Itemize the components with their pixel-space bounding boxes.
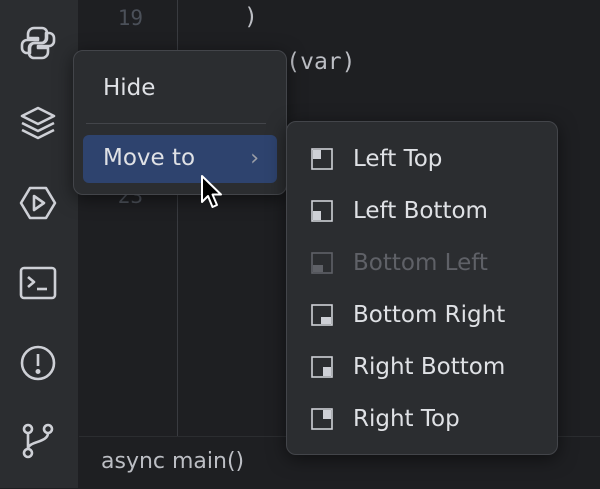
submenu-item-label: Bottom Left <box>353 250 488 276</box>
run-services-icon <box>19 186 57 220</box>
menu-separator <box>86 123 266 124</box>
right-top-icon <box>311 408 333 430</box>
python-console-button[interactable] <box>15 20 61 66</box>
move-to-submenu: Left Top Left Bottom Bottom Left Bottom … <box>286 121 558 455</box>
submenu-item-bottom-left: Bottom Left <box>311 243 551 283</box>
context-menu: Hide Move to › <box>73 50 287 195</box>
submenu-item-label: Right Bottom <box>353 354 506 380</box>
code-line: ) <box>244 4 258 30</box>
submenu-item-label: Left Top <box>353 146 443 172</box>
bottom-right-icon <box>311 304 333 326</box>
problems-icon <box>20 345 56 381</box>
python-icon <box>20 26 56 60</box>
problems-button[interactable] <box>15 340 61 386</box>
mouse-pointer-icon <box>201 175 222 208</box>
hide-menu-item[interactable]: Hide <box>103 75 155 101</box>
submenu-item-label: Bottom Right <box>353 302 506 328</box>
submenu-item-right-bottom[interactable]: Right Bottom <box>311 347 551 387</box>
git-branch-icon <box>22 423 54 459</box>
submenu-item-left-top[interactable]: Left Top <box>311 139 551 179</box>
submenu-item-label: Right Top <box>353 406 460 432</box>
left-bottom-icon <box>311 200 333 222</box>
right-bottom-icon <box>311 356 333 378</box>
submenu-item-right-top[interactable]: Right Top <box>311 399 551 439</box>
terminal-button[interactable] <box>15 260 61 306</box>
bottom-left-icon <box>311 252 333 274</box>
chevron-right-icon: › <box>250 146 259 171</box>
move-to-label: Move to <box>103 145 196 171</box>
move-to-menu-item[interactable]: Move to › <box>83 135 277 183</box>
layers-button[interactable] <box>15 100 61 146</box>
left-top-icon <box>311 148 333 170</box>
layers-icon <box>20 106 56 140</box>
code-args: (var) <box>286 49 356 75</box>
git-button[interactable] <box>15 418 61 464</box>
submenu-item-label: Left Bottom <box>353 198 488 224</box>
breadcrumb[interactable]: async main() <box>101 449 244 474</box>
tool-window-bar <box>0 0 79 488</box>
services-button[interactable] <box>15 180 61 226</box>
submenu-item-bottom-right[interactable]: Bottom Right <box>311 295 551 335</box>
submenu-item-left-bottom[interactable]: Left Bottom <box>311 191 551 231</box>
terminal-icon <box>19 266 57 300</box>
line-number: 19 <box>117 6 143 30</box>
